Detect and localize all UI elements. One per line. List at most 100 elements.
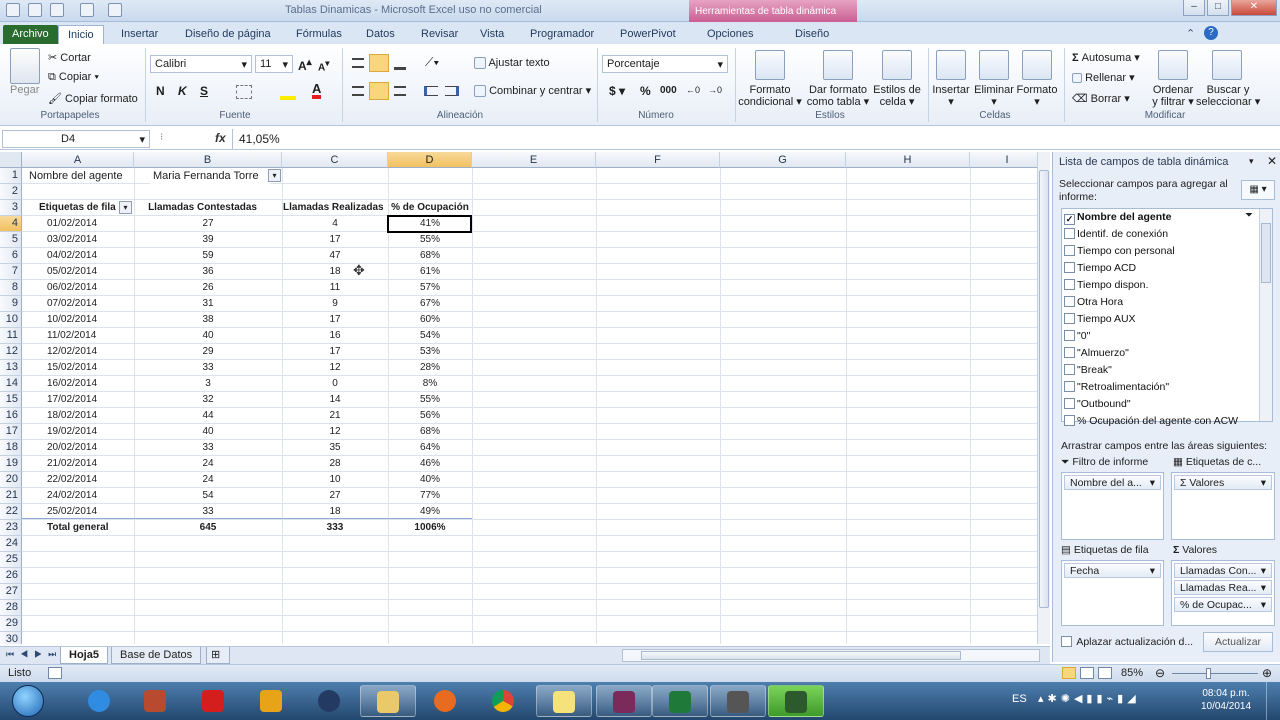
zoom-slider-thumb[interactable]	[1206, 668, 1211, 679]
date-cell[interactable]: 12/02/2014	[44, 344, 134, 360]
undo-icon[interactable]	[50, 3, 64, 17]
format-cells-icon[interactable]	[1022, 50, 1052, 80]
insert-cells-icon[interactable]	[936, 50, 966, 80]
row-header[interactable]: 26	[0, 568, 22, 584]
tab-revisar[interactable]: Revisar	[412, 25, 467, 44]
realizadas-cell[interactable]: 47	[282, 248, 388, 264]
zoom-level[interactable]: 85%	[1121, 667, 1143, 679]
realizadas-cell[interactable]: 16	[282, 328, 388, 344]
pivot-field-item[interactable]: Identif. de conexión	[1064, 228, 1168, 245]
realizadas-cell[interactable]: 9	[282, 296, 388, 312]
ocupacion-cell[interactable]: 68%	[388, 424, 472, 440]
defer-update-checkbox[interactable]: Aplazar actualización d...	[1061, 636, 1193, 648]
panel-options-icon[interactable]: ▾	[1249, 156, 1254, 167]
date-cell[interactable]: 21/02/2014	[44, 456, 134, 472]
panel-close-icon[interactable]: ✕	[1267, 154, 1277, 168]
column-labels-zone[interactable]: Σ Valores ▾	[1171, 472, 1275, 540]
row-header[interactable]: 20	[0, 472, 22, 488]
bold-button[interactable]: N	[156, 84, 165, 98]
values-field-item[interactable]: % de Ocupac... ▾	[1174, 597, 1272, 612]
redo-icon[interactable]	[80, 3, 94, 17]
row-header[interactable]: 7	[0, 264, 22, 280]
ocupacion-cell[interactable]: 67%	[388, 296, 472, 312]
language-indicator[interactable]: ES	[1012, 693, 1027, 705]
realizadas-cell[interactable]: 28	[282, 456, 388, 472]
pivot-field-item[interactable]: Tiempo con personal	[1064, 245, 1175, 262]
taskbar-acrobat[interactable]	[186, 685, 242, 717]
ocupacion-cell[interactable]: 28%	[388, 360, 472, 376]
taskbar-app-active[interactable]	[768, 685, 824, 717]
row-header[interactable]: 3	[0, 200, 22, 216]
row-header[interactable]: 24	[0, 536, 22, 552]
row-labels-zone[interactable]: Fecha ▾	[1061, 560, 1164, 626]
macro-record-icon[interactable]	[48, 667, 62, 679]
date-cell[interactable]: 10/02/2014	[44, 312, 134, 328]
conditional-format-button[interactable]: Formato condicional ▾	[738, 84, 802, 108]
contestadas-cell[interactable]: 39	[134, 232, 282, 248]
taskbar-app[interactable]	[710, 685, 766, 717]
realizadas-cell[interactable]: 12	[282, 360, 388, 376]
row-header[interactable]: 11	[0, 328, 22, 344]
column-header-i[interactable]: I	[970, 152, 1045, 168]
column-header-a[interactable]: A	[22, 152, 134, 168]
format-cells-button[interactable]: Formato ▾	[1013, 84, 1061, 108]
italic-button[interactable]: K	[178, 84, 187, 98]
row-header[interactable]: 15	[0, 392, 22, 408]
page-break-view-icon[interactable]	[1098, 667, 1112, 679]
pivot-field-item[interactable]: Tiempo dispon.	[1064, 279, 1148, 296]
row-header[interactable]: 21	[0, 488, 22, 504]
date-cell[interactable]: 16/02/2014	[44, 376, 134, 392]
ocupacion-cell[interactable]: 61%	[388, 264, 472, 280]
column-header-g[interactable]: G	[720, 152, 846, 168]
row-field-item[interactable]: Fecha ▾	[1064, 563, 1161, 578]
pivot-filter-value[interactable]: Maria Fernanda Torre	[150, 168, 270, 184]
tab-powerpivot[interactable]: PowerPivot	[611, 25, 685, 44]
show-desktop-button[interactable]	[1266, 682, 1280, 720]
increase-indent-icon[interactable]	[445, 86, 459, 96]
ocupacion-cell[interactable]: 55%	[388, 232, 472, 248]
taskbar-app[interactable]	[128, 685, 184, 717]
taskbar-firefox[interactable]	[418, 685, 474, 717]
realizadas-cell[interactable]: 21	[282, 408, 388, 424]
ocupacion-cell[interactable]: 64%	[388, 440, 472, 456]
sort-filter-icon[interactable]	[1158, 50, 1188, 80]
tab-datos[interactable]: Datos	[357, 25, 404, 44]
ocupacion-cell[interactable]: 40%	[388, 472, 472, 488]
contestadas-cell[interactable]: 40	[134, 424, 282, 440]
column-field-item[interactable]: Σ Valores ▾	[1174, 475, 1272, 490]
paste-icon[interactable]	[10, 48, 40, 84]
tab-diseno-pagina[interactable]: Diseño de página	[176, 25, 280, 44]
cut-button[interactable]: ✂ Cortar	[48, 51, 91, 64]
pivot-field-item[interactable]: "0"	[1064, 330, 1090, 347]
ocupacion-cell[interactable]: 60%	[388, 312, 472, 328]
taskbar-internet-explorer[interactable]	[72, 685, 128, 717]
report-filter-zone[interactable]: Nombre del a... ▾	[1061, 472, 1164, 540]
row-header[interactable]: 25	[0, 552, 22, 568]
layout-options-icon[interactable]: ▦ ▾	[1241, 180, 1275, 200]
align-left-icon[interactable]	[352, 86, 364, 96]
orientation-icon[interactable]: ⟋▾	[425, 55, 439, 70]
pivot-field-item[interactable]: Tiempo ACD	[1064, 262, 1136, 279]
date-cell[interactable]: 24/02/2014	[44, 488, 134, 504]
date-cell[interactable]: 18/02/2014	[44, 408, 134, 424]
row-header[interactable]: 5	[0, 232, 22, 248]
active-cell-d4[interactable]	[387, 215, 472, 233]
row-header[interactable]: 22	[0, 504, 22, 520]
row-header[interactable]: 1	[0, 168, 22, 184]
ocupacion-cell[interactable]: 54%	[388, 328, 472, 344]
realizadas-cell[interactable]: 10	[282, 472, 388, 488]
date-cell[interactable]: 22/02/2014	[44, 472, 134, 488]
sheet-tab-hoja5[interactable]: Hoja5	[60, 647, 108, 664]
conditional-format-icon[interactable]	[755, 50, 785, 80]
insert-function-icon[interactable]: fx	[215, 131, 226, 145]
column-header-h[interactable]: H	[846, 152, 970, 168]
realizadas-cell[interactable]: 17	[282, 344, 388, 360]
date-cell[interactable]: 07/02/2014	[44, 296, 134, 312]
help-icon[interactable]: ?	[1204, 26, 1218, 40]
update-button[interactable]: Actualizar	[1203, 632, 1273, 652]
merge-center-button[interactable]: Combinar y centrar ▾	[474, 84, 591, 98]
binoculars-icon[interactable]	[1212, 50, 1242, 80]
row-header[interactable]: 10	[0, 312, 22, 328]
normal-view-icon[interactable]	[1062, 667, 1076, 679]
grow-font-button[interactable]: A▴	[298, 57, 312, 73]
